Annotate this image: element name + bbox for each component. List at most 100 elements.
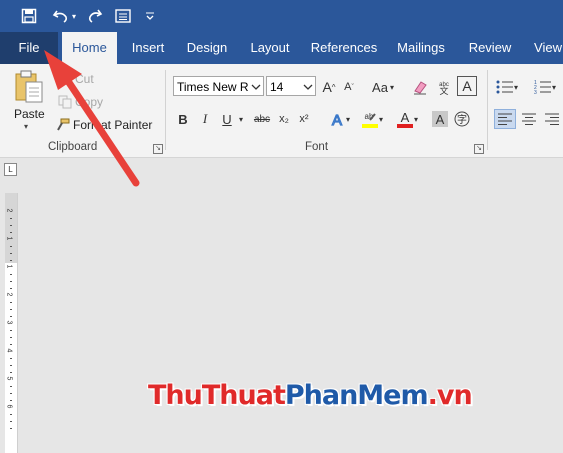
- ruler-number: 1: [5, 236, 13, 241]
- redo-icon[interactable]: [84, 5, 106, 27]
- ruler-tick: [10, 260, 12, 261]
- ruler-tick: [10, 274, 12, 275]
- paste-dropdown-icon: ▾: [24, 122, 29, 131]
- font-size-combo[interactable]: 14: [266, 76, 316, 96]
- underline-button[interactable]: U: [220, 109, 234, 129]
- scissors-icon: [59, 72, 71, 86]
- tab-references[interactable]: References: [306, 32, 382, 64]
- svg-text:文: 文: [439, 85, 448, 95]
- cut-button[interactable]: Cut: [58, 72, 94, 86]
- ruler-tick: [10, 358, 12, 359]
- character-shading-icon[interactable]: A: [430, 109, 450, 129]
- ruler-number: 6: [5, 404, 13, 409]
- tab-insert[interactable]: Insert: [122, 32, 174, 64]
- copy-label: Copy: [75, 95, 104, 109]
- copy-icon: [58, 95, 72, 109]
- paintbrush-icon: [57, 118, 70, 131]
- svg-text:A: A: [436, 112, 445, 127]
- tab-review[interactable]: Review: [462, 32, 518, 64]
- paste-icon: [15, 70, 43, 103]
- ruler-tick: [10, 421, 12, 422]
- chevron-down-icon: ▾: [551, 82, 556, 92]
- bullets-icon[interactable]: ▾: [494, 77, 520, 97]
- ruler-number: 5: [5, 376, 13, 381]
- clipboard-group-label: Clipboard: [48, 141, 98, 153]
- ruler-tick: [10, 281, 12, 282]
- ruler-tick: [10, 400, 12, 401]
- highlight-color-icon[interactable]: ab ▾: [359, 109, 385, 129]
- ruler-tick: [10, 344, 12, 345]
- tab-selector-icon[interactable]: L: [4, 163, 17, 176]
- vertical-ruler[interactable]: 2 1 1 2 3 4 5 6: [5, 193, 18, 453]
- change-case-button[interactable]: Aa ▾: [370, 77, 396, 97]
- numbering-icon[interactable]: 123 ▾: [530, 77, 560, 97]
- svg-text:A: A: [332, 112, 342, 128]
- clear-formatting-icon[interactable]: [410, 77, 430, 97]
- tab-view[interactable]: View: [528, 32, 563, 64]
- italic-button[interactable]: I: [198, 109, 212, 129]
- tab-layout[interactable]: Layout: [244, 32, 296, 64]
- svg-text:3: 3: [534, 90, 537, 95]
- save-icon[interactable]: [18, 5, 40, 27]
- align-right-icon[interactable]: [541, 109, 563, 129]
- watermark-part1: ThuThuat: [148, 380, 286, 411]
- text-effects-icon[interactable]: A ▾: [328, 109, 350, 129]
- ruler-number: 2: [5, 208, 13, 213]
- chevron-down-icon: ▾: [513, 82, 518, 92]
- phonetic-guide-icon[interactable]: abc 文: [434, 77, 454, 97]
- watermark-part2: PhanMem: [284, 380, 429, 411]
- svg-text:A: A: [401, 110, 410, 125]
- ruler-tick: [10, 428, 12, 429]
- chevron-down-icon[interactable]: [251, 77, 261, 95]
- ruler-tick: [10, 365, 12, 366]
- copy-button[interactable]: Copy: [58, 95, 103, 109]
- font-name-combo[interactable]: Times New R: [173, 76, 264, 96]
- quick-access-toolbar: ▾: [0, 0, 563, 32]
- tab-file[interactable]: File: [0, 32, 58, 64]
- ruler-tick: [10, 316, 12, 317]
- tab-home[interactable]: Home: [62, 32, 117, 64]
- undo-dropdown-icon[interactable]: ▾: [69, 5, 79, 27]
- paste-label: Paste: [14, 107, 45, 121]
- customize-icon[interactable]: [142, 5, 158, 27]
- ruler-number: 2: [5, 292, 13, 297]
- align-center-icon[interactable]: [518, 109, 540, 129]
- format-painter-label: Format Painter: [73, 118, 153, 132]
- format-painter-button[interactable]: Format Painter: [55, 118, 152, 132]
- ruler-tick: [10, 288, 12, 289]
- ruler-tick: [10, 330, 12, 331]
- font-launcher-icon[interactable]: ↘: [474, 144, 484, 154]
- ruler-tick: [10, 309, 12, 310]
- paste-button[interactable]: Paste ▾: [10, 70, 50, 131]
- ruler-tick: [10, 246, 12, 247]
- ruler-tick: [10, 218, 12, 219]
- chevron-down-icon: ▾: [413, 114, 418, 124]
- font-size-value: 14: [270, 80, 284, 94]
- watermark-logo: ThuThuatPhanMem.vn: [148, 380, 473, 411]
- grow-font-icon[interactable]: A ^: [320, 77, 338, 97]
- bold-button[interactable]: B: [176, 109, 190, 129]
- print-layout-icon[interactable]: [112, 5, 134, 27]
- underline-dropdown-icon[interactable]: ▾: [236, 109, 246, 129]
- chevron-down-icon: ▾: [378, 114, 383, 124]
- divider: [165, 70, 166, 150]
- font-name-value: Times New R: [177, 80, 249, 94]
- chevron-down-icon[interactable]: [303, 77, 313, 95]
- enclose-characters-icon[interactable]: 字: [452, 109, 472, 129]
- subscript-button[interactable]: x₂: [276, 109, 292, 129]
- clipboard-launcher-icon[interactable]: ↘: [153, 144, 163, 154]
- ruler-tick: [10, 372, 12, 373]
- shrink-font-icon[interactable]: Aˇ: [340, 77, 358, 97]
- chevron-down-icon: ▾: [345, 114, 350, 124]
- superscript-button[interactable]: x²: [296, 109, 312, 129]
- ruler-number: 3: [5, 320, 13, 325]
- tab-mailings[interactable]: Mailings: [390, 32, 452, 64]
- character-border-icon[interactable]: A: [457, 76, 477, 96]
- strikethrough-button[interactable]: abc: [252, 109, 272, 129]
- align-left-icon[interactable]: [494, 109, 516, 129]
- font-group-label: Font: [305, 141, 329, 153]
- font-color-icon[interactable]: A ▾: [394, 109, 420, 129]
- cut-label: Cut: [75, 72, 94, 86]
- ruler-tick: [10, 386, 12, 387]
- tab-design[interactable]: Design: [180, 32, 234, 64]
